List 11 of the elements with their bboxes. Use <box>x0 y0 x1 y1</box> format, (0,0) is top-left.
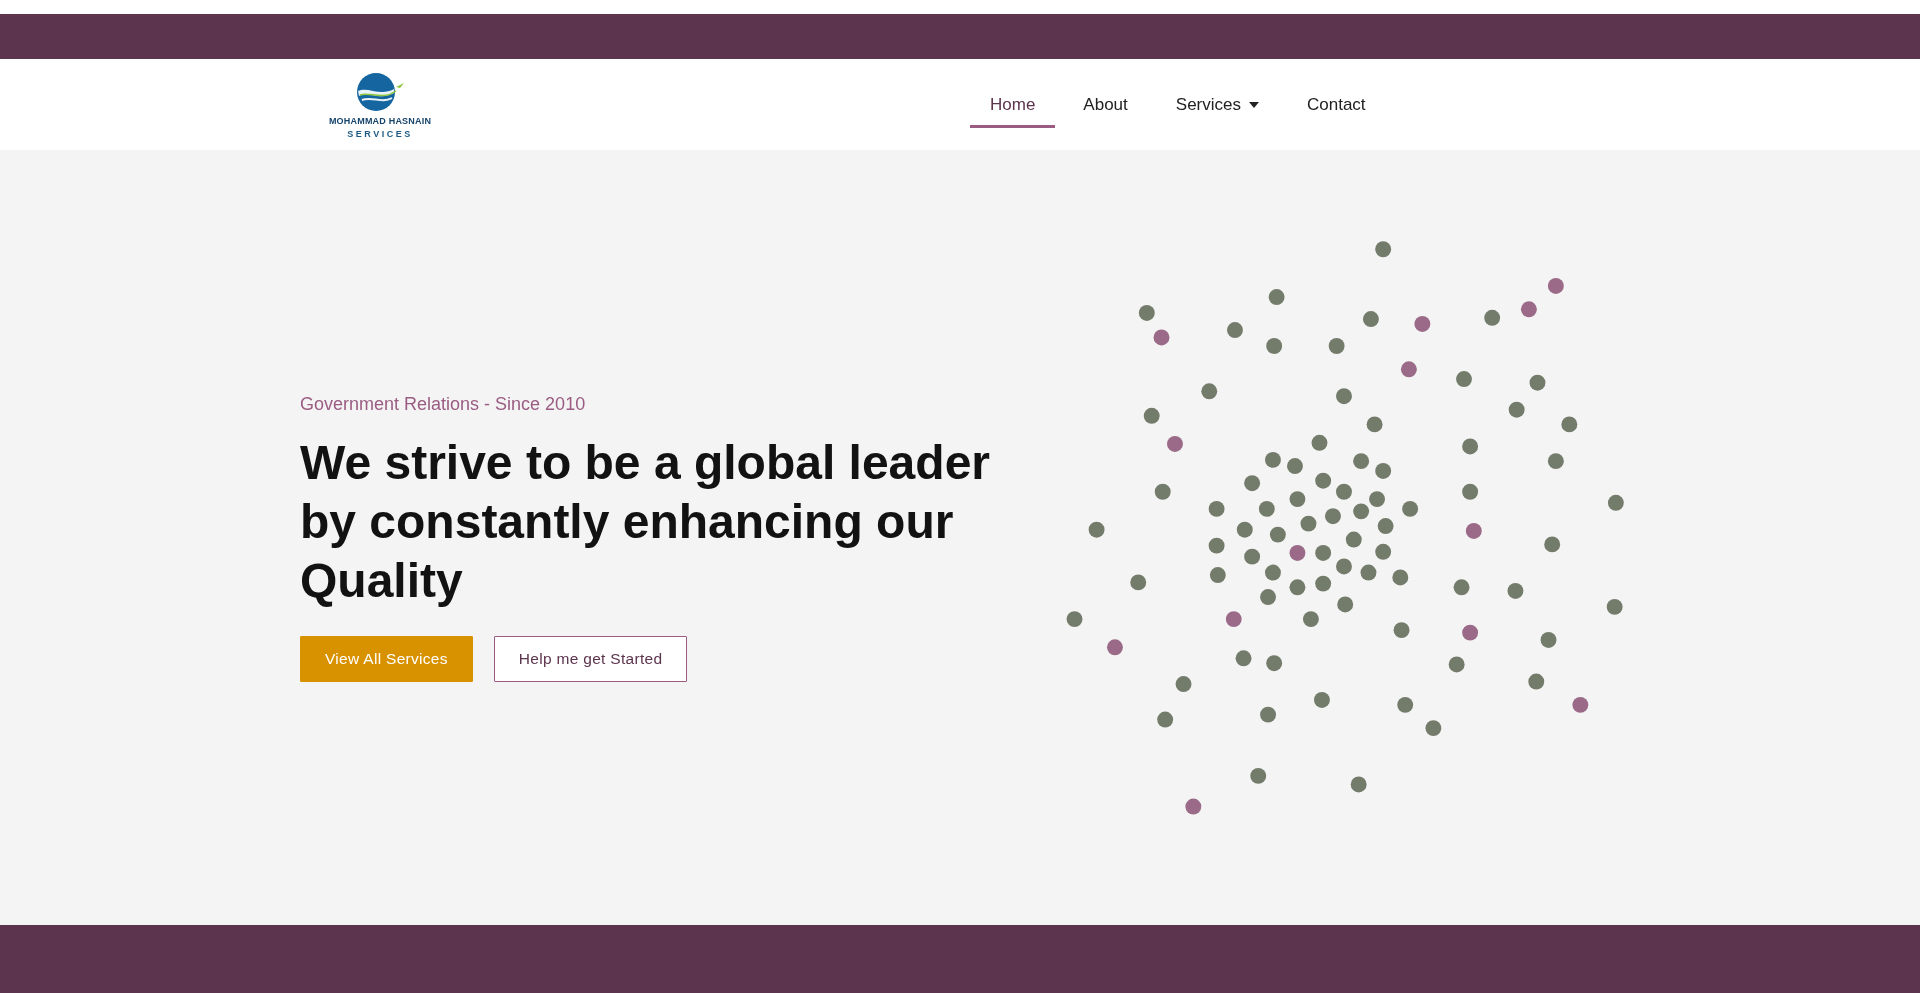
logo-name: MOHAMMAD HASNAIN <box>328 115 432 126</box>
nav-link[interactable]: Home <box>970 81 1056 128</box>
nav-link[interactable]: About <box>1063 81 1148 128</box>
nav-link[interactable]: Contact <box>1287 81 1386 128</box>
hero-eyebrow: Government Relations - Since 2010 <box>300 393 587 415</box>
caret-icon <box>1249 101 1259 108</box>
globe-logo-icon <box>354 70 406 113</box>
nav-link[interactable]: Services <box>1155 81 1279 128</box>
hero-heading: We strive to be a global leader by constantly enhancing our Quality <box>300 434 991 609</box>
get-started-button[interactable]: Help me get Started <box>493 635 688 682</box>
logo-tagline: SERVICES <box>347 128 413 139</box>
